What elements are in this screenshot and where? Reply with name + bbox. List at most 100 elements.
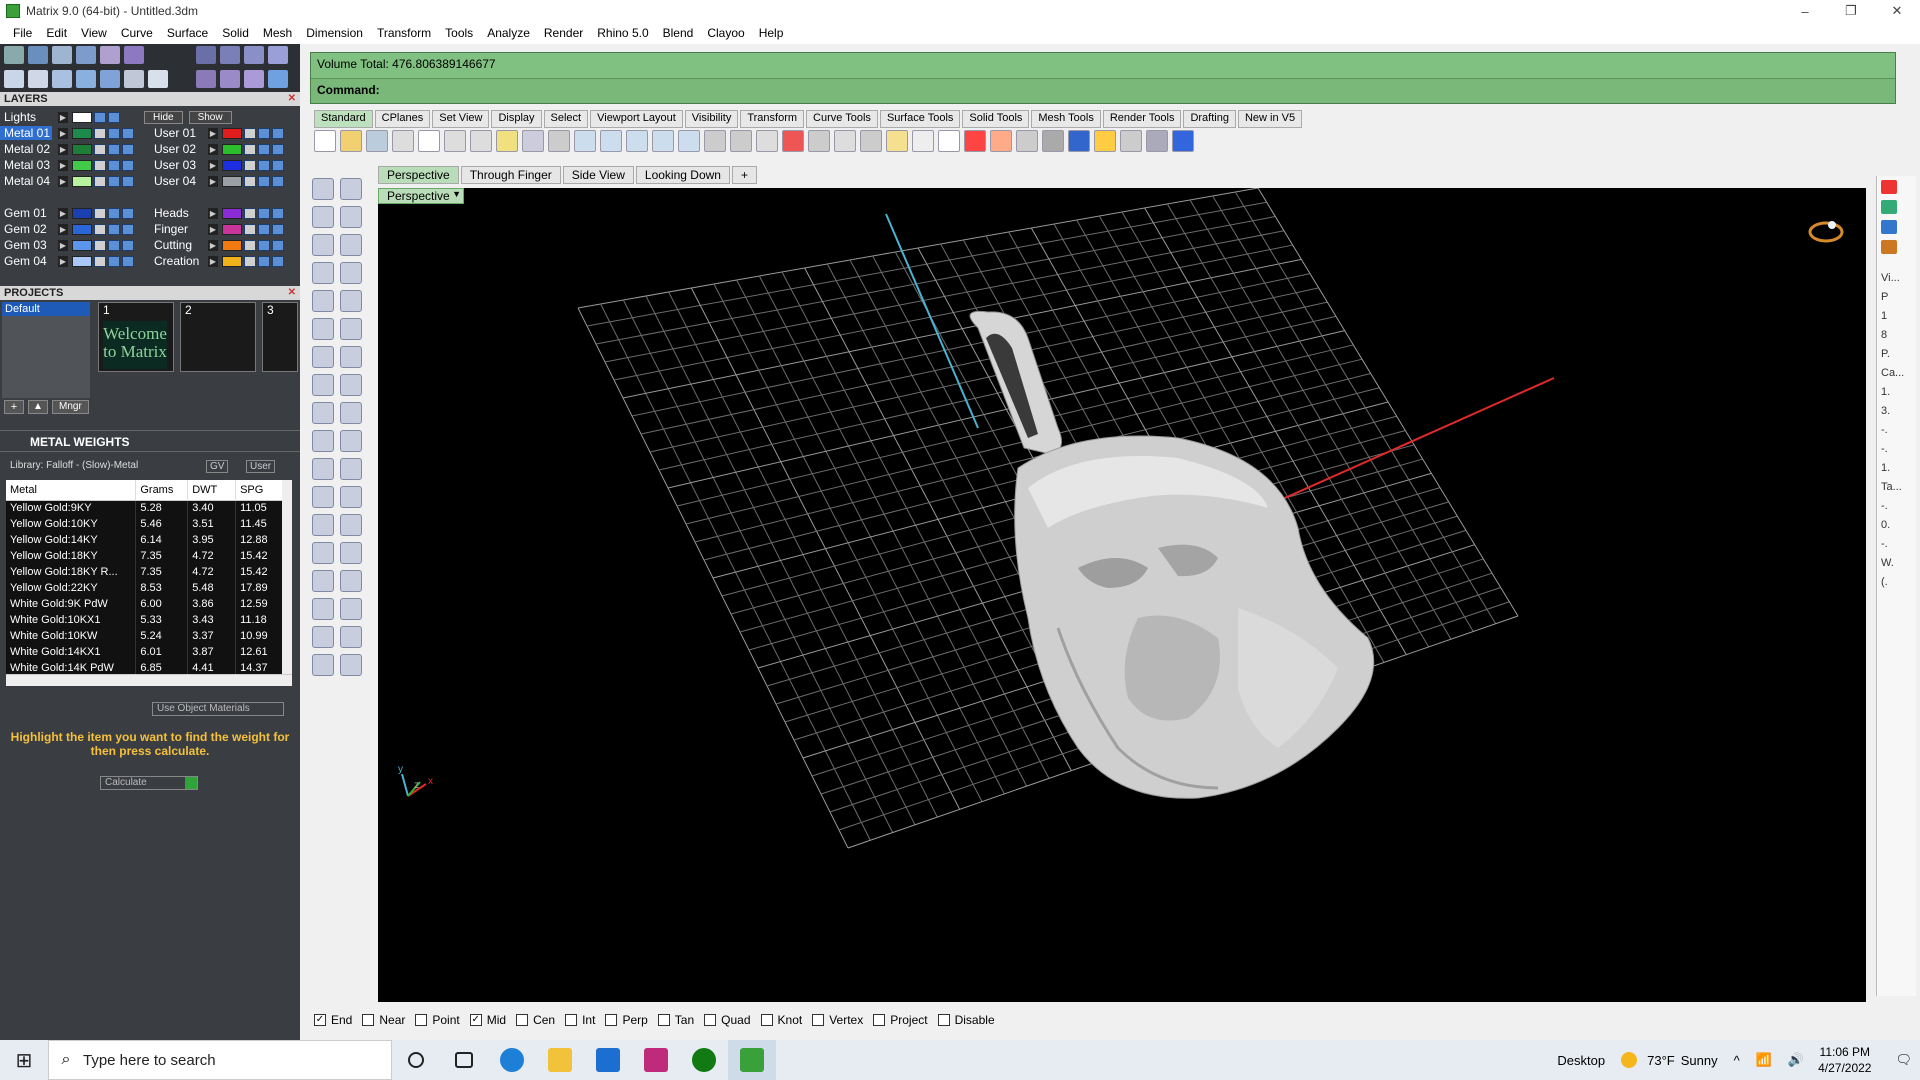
osnap-quad[interactable]: Quad [704,1013,751,1027]
layer-toggle[interactable] [108,207,120,219]
layer-toggle[interactable] [244,143,256,155]
layer-toggle[interactable] [108,223,120,235]
toolbar-icon[interactable] [652,130,674,152]
command-prompt[interactable]: Command: [311,79,1895,103]
notifications-icon[interactable]: 🗨 [1895,1052,1912,1068]
photo-app-icon[interactable] [632,1040,680,1080]
osnap-perp[interactable]: Perp [605,1013,648,1027]
osnap-point[interactable]: Point [415,1013,460,1027]
checkbox[interactable] [415,1014,428,1026]
table-row[interactable]: White Gold:10KX1 5.33 3.43 11.18 [6,612,284,628]
toolbar-tab-mesh-tools[interactable]: Mesh Tools [1031,110,1101,128]
tool-icon[interactable] [220,46,240,64]
menu-analyze[interactable]: Analyze [480,26,537,40]
layer-toggle[interactable] [258,223,270,235]
menu-help[interactable]: Help [752,26,791,40]
layer-toggle[interactable] [122,143,134,155]
volume-icon[interactable]: 🔊 [1788,1052,1804,1068]
layer-toggle[interactable] [94,127,106,139]
layer-toggle[interactable] [244,127,256,139]
modeling-tool-icon[interactable] [312,402,334,424]
user-toggle[interactable]: User [246,460,276,473]
table-vertical-scrollbar[interactable] [282,480,292,676]
layer-toggle[interactable] [122,207,134,219]
layer-color-swatch[interactable] [72,239,92,251]
table-row[interactable]: White Gold:10KW 5.24 3.37 10.99 [6,628,284,644]
modeling-tool-icon[interactable] [312,262,334,284]
layer-toggle[interactable] [122,239,134,251]
table-horizontal-scrollbar[interactable] [6,674,292,686]
layer-toggle[interactable] [244,207,256,219]
layer-toggle[interactable] [272,223,284,235]
layer-color-swatch[interactable] [72,159,92,171]
menu-edit[interactable]: Edit [39,26,74,40]
toolbar-icon[interactable] [1172,130,1194,152]
layer-toggle[interactable] [108,143,120,155]
table-row[interactable]: White Gold:9K PdW 6.00 3.86 12.59 [6,596,284,612]
toolbar-icon[interactable] [444,130,466,152]
layer-name[interactable]: User 04 [150,174,202,188]
toolbar-tab-transform[interactable]: Transform [740,110,805,128]
table-row[interactable]: Yellow Gold:9KY 5.28 3.40 11.05 [6,500,284,516]
modeling-tool-icon[interactable] [312,374,334,396]
tool-icon[interactable] [244,46,264,64]
up-arrow-icon[interactable]: ▲ [28,400,48,414]
arrow-right-icon[interactable]: ▶ [208,175,218,187]
osnap-tan[interactable]: Tan [657,1013,694,1027]
checkbox[interactable] [362,1014,375,1026]
toolbar-icon[interactable] [990,130,1012,152]
layer-row[interactable]: Metal 03 ▶ [0,158,134,172]
table-row[interactable]: Yellow Gold:18KY R... 7.35 4.72 15.42 [6,564,284,580]
layer-name[interactable]: User 01 [150,126,202,140]
checkbox[interactable] [704,1014,717,1026]
layer-toggle[interactable] [244,255,256,267]
desktop-toolbar-label[interactable]: Desktop [1557,1053,1605,1068]
arrow-right-icon[interactable]: ▶ [58,159,68,171]
column-header-dwt[interactable]: DWT [187,480,237,501]
toolbar-icon[interactable] [366,130,388,152]
table-row[interactable]: White Gold:14KX1 6.01 3.87 12.61 [6,644,284,660]
modeling-tool-icon[interactable] [340,402,362,424]
layer-row[interactable]: Cutting ▶ [150,238,284,252]
clock[interactable]: 11:06 PM 4/27/2022 [1818,1044,1871,1076]
arrow-right-icon[interactable]: ▶ [58,143,68,155]
modeling-tool-icon[interactable] [312,598,334,620]
layer-toggle[interactable] [272,159,284,171]
layer-toggle[interactable] [258,143,270,155]
layer-toggle[interactable] [258,159,270,171]
tool-icon[interactable] [4,70,24,88]
viewport-tab-perspective[interactable]: Perspective [378,166,459,184]
minimize-button[interactable]: – [1782,0,1828,22]
menu-tools[interactable]: Tools [438,26,480,40]
layer-color-swatch[interactable] [72,255,92,267]
modeling-tool-icon[interactable] [312,570,334,592]
modeling-tool-icon[interactable] [340,234,362,256]
layer-color-swatch[interactable] [72,175,92,187]
modeling-tool-icon[interactable] [340,262,362,284]
toolbar-tab-surface-tools[interactable]: Surface Tools [879,110,961,128]
checkbox[interactable] [516,1014,529,1026]
modeling-tool-icon[interactable] [340,290,362,312]
use-object-materials-toggle[interactable]: Use Object Materials [152,702,284,716]
tool-icon[interactable] [124,46,144,64]
modeling-tool-icon[interactable] [312,458,334,480]
property-field[interactable]: 1. [1881,462,1911,476]
layer-name[interactable]: Gem 03 [0,238,52,252]
layer-row[interactable]: Finger ▶ [150,222,284,236]
layer-color-swatch[interactable] [222,239,242,251]
modeling-tool-icon[interactable] [312,654,334,676]
lights-swatch[interactable] [72,111,92,123]
checkbox[interactable] [565,1014,578,1026]
layer-color-swatch[interactable] [222,175,242,187]
restore-button[interactable]: ❐ [1828,0,1874,22]
osnap-disable[interactable]: Disable [937,1013,995,1027]
property-field[interactable]: 0. [1881,519,1911,533]
toolbar-icon[interactable] [886,130,908,152]
matrix-taskbar-icon[interactable] [728,1040,776,1080]
layer-name[interactable]: User 03 [150,158,202,172]
layer-toggle[interactable] [94,175,106,187]
osnap-project[interactable]: Project [873,1013,928,1027]
arrow-right-icon[interactable]: ▶ [208,207,218,219]
tool-icon[interactable] [76,70,96,88]
layer-toggle[interactable] [94,239,106,251]
